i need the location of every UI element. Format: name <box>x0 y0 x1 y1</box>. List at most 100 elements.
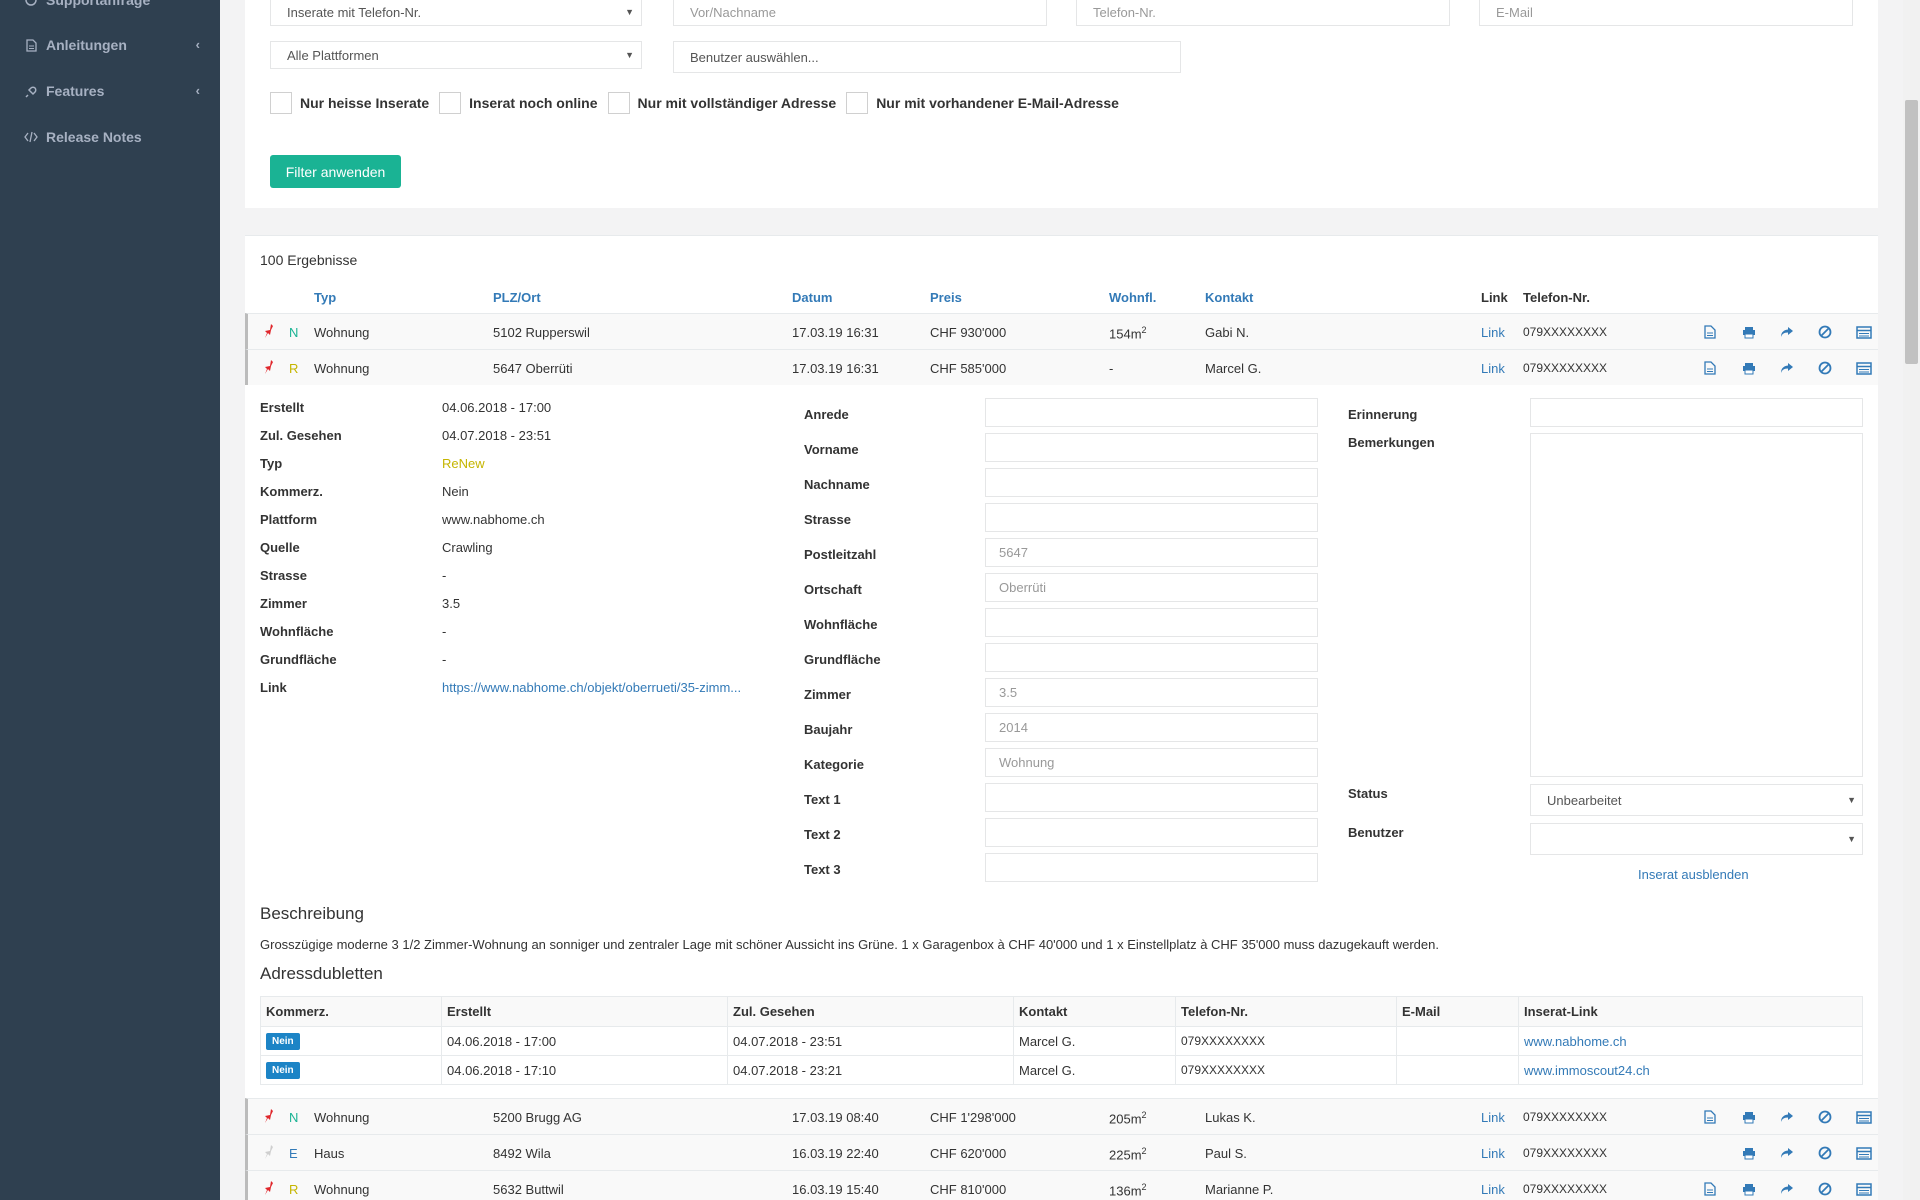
listing-link[interactable]: Link <box>1481 361 1505 376</box>
platform-select[interactable]: Alle Plattformen ▼ <box>270 41 642 69</box>
col-header-kontakt[interactable]: Kontakt <box>1205 290 1253 305</box>
row-actions <box>1704 360 1894 376</box>
erinnerung-input[interactable] <box>1530 398 1863 427</box>
listing-link[interactable]: Link <box>1481 1110 1505 1125</box>
table-row[interactable]: E Haus 8492 Wila 16.03.19 22:40 CHF 620'… <box>245 1134 1878 1170</box>
wohnfl-cell: 154m2 <box>1109 325 1147 342</box>
table-row[interactable]: R Wohnung 5647 Oberrüti 17.03.19 16:31 C… <box>245 349 1878 385</box>
listing-type-select[interactable]: Inserate mit Telefon-Nr. ▼ <box>270 0 642 26</box>
full-address-checkbox[interactable] <box>607 92 630 114</box>
ban-icon[interactable] <box>1818 324 1856 340</box>
list-icon[interactable] <box>1856 1145 1894 1161</box>
share-icon[interactable] <box>1780 324 1818 340</box>
table-row[interactable]: N Wohnung 5200 Brugg AG 17.03.19 08:40 C… <box>245 1098 1878 1134</box>
table-row[interactable]: N Wohnung 5102 Rupperswil 17.03.19 16:31… <box>245 313 1878 349</box>
wohnflaeche-input[interactable] <box>985 608 1318 637</box>
print-icon[interactable] <box>1742 324 1780 340</box>
sidebar-item-release-notes[interactable]: Release Notes <box>0 117 220 157</box>
table-row[interactable]: R Wohnung 5632 Buttwil 16.03.19 15:40 CH… <box>245 1170 1878 1200</box>
print-icon[interactable] <box>1742 360 1780 376</box>
col-header-preis[interactable]: Preis <box>930 290 962 305</box>
inserat-link[interactable]: www.immoscout24.ch <box>1518 1056 1864 1084</box>
status-select[interactable]: Unbearbeitet ▼ <box>1530 784 1863 816</box>
phone-input[interactable]: Telefon-Nr. <box>1076 0 1450 26</box>
sidebar-item-label: Release Notes <box>46 129 142 145</box>
field-label: Ortschaft <box>804 582 862 597</box>
kategorie-input[interactable]: Wohnung <box>985 748 1318 777</box>
info-label: Quelle <box>260 540 300 555</box>
listing-link[interactable]: Link <box>1481 1146 1505 1161</box>
print-icon[interactable] <box>1742 1181 1780 1197</box>
ban-icon[interactable] <box>1818 1109 1856 1125</box>
page-scrollbar[interactable] <box>1903 0 1920 1200</box>
preis-cell: CHF 585'000 <box>930 361 1007 376</box>
ban-icon[interactable] <box>1818 1181 1856 1197</box>
wohnfl-cell: 225m2 <box>1109 1146 1147 1163</box>
grundflaeche-input[interactable] <box>985 643 1318 672</box>
phone-cell: 079XXXXXXXX <box>1523 1182 1608 1196</box>
list-icon[interactable] <box>1856 1109 1894 1125</box>
ban-icon[interactable] <box>1818 1145 1856 1161</box>
share-icon[interactable] <box>1780 1109 1818 1125</box>
file-icon[interactable] <box>1704 324 1742 340</box>
share-icon[interactable] <box>1780 1145 1818 1161</box>
nachname-input[interactable] <box>985 468 1318 497</box>
vorname-input[interactable] <box>985 433 1318 462</box>
inserat-link[interactable]: www.nabhome.ch <box>1518 1027 1864 1055</box>
col-header-plz[interactable]: PLZ/Ort <box>493 290 541 305</box>
sidebar-item-supportanfrage[interactable]: Supportanfrage <box>0 0 220 20</box>
listing-link[interactable]: Link <box>1481 325 1505 340</box>
datum-cell: 17.03.19 16:31 <box>792 361 879 376</box>
preis-cell: CHF 1'298'000 <box>930 1110 1016 1125</box>
wohnfl-cell: - <box>1109 361 1114 376</box>
list-icon[interactable] <box>1856 324 1894 340</box>
text3-input[interactable] <box>985 853 1318 882</box>
col-header-datum[interactable]: Datum <box>792 290 832 305</box>
listing-link[interactable]: Link <box>1481 1182 1505 1197</box>
col-header-typ[interactable]: Typ <box>314 290 336 305</box>
baujahr-input[interactable]: 2014 <box>985 713 1318 742</box>
scrollbar-thumb[interactable] <box>1905 100 1918 364</box>
anrede-input[interactable] <box>985 398 1318 427</box>
results-panel: 100 Ergebnisse Typ PLZ/Ort Datum Preis W… <box>245 235 1878 1200</box>
info-link[interactable]: https://www.nabhome.ch/objekt/oberrueti/… <box>442 680 741 695</box>
share-icon[interactable] <box>1780 1181 1818 1197</box>
info-value: - <box>442 624 447 639</box>
list-icon[interactable] <box>1856 360 1894 376</box>
file-icon[interactable] <box>1704 1109 1742 1125</box>
strasse-input[interactable] <box>985 503 1318 532</box>
name-input[interactable]: Vor/Nachname <box>673 0 1047 26</box>
text1-input[interactable] <box>985 783 1318 812</box>
print-icon[interactable] <box>1742 1109 1780 1125</box>
user-select[interactable]: Benutzer auswählen... <box>673 41 1181 73</box>
bemerkungen-textarea[interactable] <box>1530 433 1863 777</box>
sidebar-item-anleitungen[interactable]: Anleitungen ‹ <box>0 25 220 65</box>
benutzer-select[interactable]: ▼ <box>1530 823 1863 855</box>
text2-input[interactable] <box>985 818 1318 847</box>
ortschaft-input[interactable]: Oberrüti <box>985 573 1318 602</box>
share-icon[interactable] <box>1780 360 1818 376</box>
print-icon[interactable] <box>1742 1145 1780 1161</box>
list-icon[interactable] <box>1856 1181 1894 1197</box>
gesehen-cell: 04.07.2018 - 23:21 <box>727 1056 1013 1084</box>
file-icon[interactable] <box>1704 1181 1742 1197</box>
has-email-checkbox[interactable] <box>846 92 869 114</box>
email-input[interactable]: E-Mail <box>1479 0 1853 26</box>
zimmer-input[interactable]: 3.5 <box>985 678 1318 707</box>
sidebar-item-features[interactable]: Features ‹ <box>0 71 220 111</box>
kontakt-cell: Paul S. <box>1205 1146 1247 1161</box>
col-header-wohnfl[interactable]: Wohnfl. <box>1109 290 1156 305</box>
postleitzahl-input[interactable]: 5647 <box>985 538 1318 567</box>
dup-header: Kommerz. <box>266 1004 329 1019</box>
wohnfl-cell: 205m2 <box>1109 1110 1147 1127</box>
hide-listing-link[interactable]: Inserat ausblenden <box>1638 867 1749 882</box>
checkbox-label: Nur heisse Inserate <box>300 95 430 111</box>
apply-filter-button[interactable]: Filter anwenden <box>270 155 401 188</box>
file-icon[interactable] <box>1704 360 1742 376</box>
dup-header: Erstellt <box>441 997 727 1026</box>
ban-icon[interactable] <box>1818 360 1856 376</box>
flag: N <box>289 1110 299 1125</box>
still-online-checkbox[interactable] <box>439 92 462 114</box>
hot-listings-checkbox[interactable] <box>270 92 292 114</box>
info-label: Strasse <box>260 568 307 583</box>
